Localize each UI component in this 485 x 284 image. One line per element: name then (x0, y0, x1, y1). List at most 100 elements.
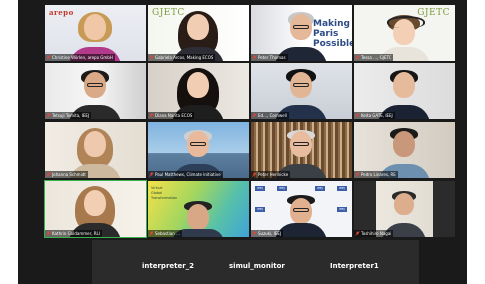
mic-muted-icon (252, 231, 257, 236)
participant-name-bar: Kathrin Goldammer, RLI (45, 230, 102, 237)
ieej-logo: IEEJ (277, 186, 287, 191)
mic-muted-icon (46, 113, 51, 118)
video-tile-10[interactable]: Paul Matthews, Climate Initiative (148, 122, 249, 178)
participant-name-bar: Tessa …, GJETC (354, 54, 394, 61)
participant-name: Ed…, Cornwell (258, 113, 287, 118)
video-tile-2[interactable]: GJETC Gabriela Arcos, Making ECOS (148, 5, 249, 61)
participant-name: Toshihiro Nagai (361, 231, 392, 236)
participant-name-bar: Suzuki, IEEJ (251, 230, 284, 237)
ieej-logo: IEEJ (255, 186, 265, 191)
video-tile-9[interactable]: Johanna Schmidt (45, 122, 146, 178)
participant-name: Peter Hennicke (258, 172, 289, 177)
participant-name-bar: Christine Wörlen, arepo GmbH (45, 54, 115, 61)
participant-face (84, 131, 106, 157)
video-tile-11[interactable]: Peter Hennicke (251, 122, 352, 178)
mic-muted-icon (46, 172, 51, 177)
video-tile-16[interactable]: Toshihiro Nagai (354, 181, 455, 237)
mic-muted-icon (149, 55, 154, 60)
participant-name: Tetsuji Tomita, IEEJ (52, 113, 90, 118)
participant-name: Kathrin Goldammer, RLI (52, 231, 100, 236)
participant-name-bar: Pedro Linares, RE (354, 171, 398, 178)
participant-face (187, 72, 209, 98)
glasses (87, 83, 103, 87)
video-tile-6[interactable]: Diana Narita ECOS (148, 63, 249, 119)
video-tile-3[interactable]: Making Paris Possible Peter Thomas (251, 5, 352, 61)
participant-name-bar: Peter Hennicke (251, 171, 291, 178)
participant-name: Peter Thomas (258, 55, 286, 60)
participant-name-bar: Gabriela Arcos, Making ECOS (148, 54, 216, 61)
participant-name: Christine Wörlen, arepo GmbH (52, 55, 113, 60)
simul-monitor-tile[interactable]: simul_monitor (229, 262, 285, 270)
interpreter-2-tile[interactable]: interpreter_2 (142, 262, 194, 270)
meeting-window: arepo Christine Wörlen, arepo GmbH GJETC… (18, 0, 467, 284)
participant-name: Keita GATE, IEEJ (361, 113, 393, 118)
banner-line: Making (313, 19, 350, 29)
video-tile-1[interactable]: arepo Christine Wörlen, arepo GmbH (45, 5, 146, 61)
participant-name-bar: Sebastian … (148, 230, 183, 237)
interpreter-strip: interpreter_2 simul_monitor Interpreter1 (92, 240, 419, 284)
participant-name-bar: Diana Narita ECOS (148, 112, 195, 119)
mic-muted-icon (46, 231, 51, 236)
video-tile-8[interactable]: Keita GATE, IEEJ (354, 63, 455, 119)
participant-name: Gabriela Arcos, Making ECOS (155, 55, 214, 60)
slide-text: Virtual Global Transformation (151, 186, 177, 201)
participant-face (393, 72, 415, 98)
participant-name-bar: Keita GATE, IEEJ (354, 112, 395, 119)
participant-name: Suzuki, IEEJ (258, 231, 282, 236)
participant-face (393, 131, 415, 157)
mic-muted-icon (46, 55, 51, 60)
video-gallery: arepo Christine Wörlen, arepo GmbH GJETC… (44, 5, 457, 238)
participant-face (187, 14, 209, 40)
participant-name: Tessa …, GJETC (361, 55, 392, 60)
participant-name-bar: Paul Matthews, Climate Initiative (148, 171, 223, 178)
video-tile-4[interactable]: GJETC Tessa …, GJETC (354, 5, 455, 61)
participant-face (84, 14, 106, 40)
glasses (293, 208, 309, 212)
participant-name-bar: Peter Thomas (251, 54, 288, 61)
participant-face (84, 190, 106, 216)
participant-name: Pedro Linares, RE (361, 172, 396, 177)
participant-name: Paul Matthews, Climate Initiative (155, 172, 221, 177)
org-logo: GJETC (417, 8, 450, 18)
video-tile-5[interactable]: Tetsuji Tomita, IEEJ (45, 63, 146, 119)
participant-name-bar: Ed…, Cornwell (251, 112, 289, 119)
glasses (293, 25, 309, 29)
participant-name-bar: Tetsuji Tomita, IEEJ (45, 112, 92, 119)
participant-name: Sebastian … (155, 231, 181, 236)
mic-muted-icon (149, 231, 154, 236)
banner-line: Possible (313, 39, 352, 49)
slide-line: Transformation (151, 196, 178, 200)
participant-name-bar: Johanna Schmidt (45, 171, 88, 178)
org-logo: arepo (49, 8, 74, 17)
banner-sign: Making Paris Possible (313, 19, 352, 49)
mic-muted-icon (252, 172, 257, 177)
participant-name-bar: Toshihiro Nagai (354, 230, 394, 237)
video-tile-13-active-speaker[interactable]: Kathrin Goldammer, RLI (44, 180, 147, 238)
video-tile-12[interactable]: Pedro Linares, RE (354, 122, 455, 178)
mic-muted-icon (355, 113, 360, 118)
mic-muted-icon (252, 55, 257, 60)
participant-face (394, 193, 414, 215)
ieej-logo: IEEJ (315, 186, 325, 191)
mic-muted-icon (355, 231, 360, 236)
headset-icon (387, 16, 425, 28)
org-logo: GJETC (152, 8, 185, 18)
glasses (293, 83, 309, 87)
mic-muted-icon (252, 113, 257, 118)
ieej-logo: IEEJ (337, 186, 347, 191)
ieej-logo: IEEJ (255, 207, 265, 212)
interpreter-1-tile[interactable]: Interpreter1 (330, 262, 379, 270)
mic-muted-icon (149, 113, 154, 118)
participant-name: Diana Narita ECOS (155, 113, 193, 118)
video-tile-14[interactable]: Virtual Global Transformation Sebastian … (148, 181, 249, 237)
ieej-logo: IEEJ (337, 207, 347, 212)
mic-muted-icon (355, 55, 360, 60)
video-tile-15[interactable]: IEEJ IEEJ IEEJ IEEJ IEEJ IEEJ Suzuki, IE… (251, 181, 352, 237)
glasses (293, 142, 309, 146)
mic-muted-icon (149, 172, 154, 177)
participant-name: Johanna Schmidt (52, 172, 86, 177)
mic-muted-icon (355, 172, 360, 177)
video-tile-7[interactable]: Ed…, Cornwell (251, 63, 352, 119)
participant-face (187, 204, 209, 230)
banner-line: Paris (313, 29, 339, 39)
